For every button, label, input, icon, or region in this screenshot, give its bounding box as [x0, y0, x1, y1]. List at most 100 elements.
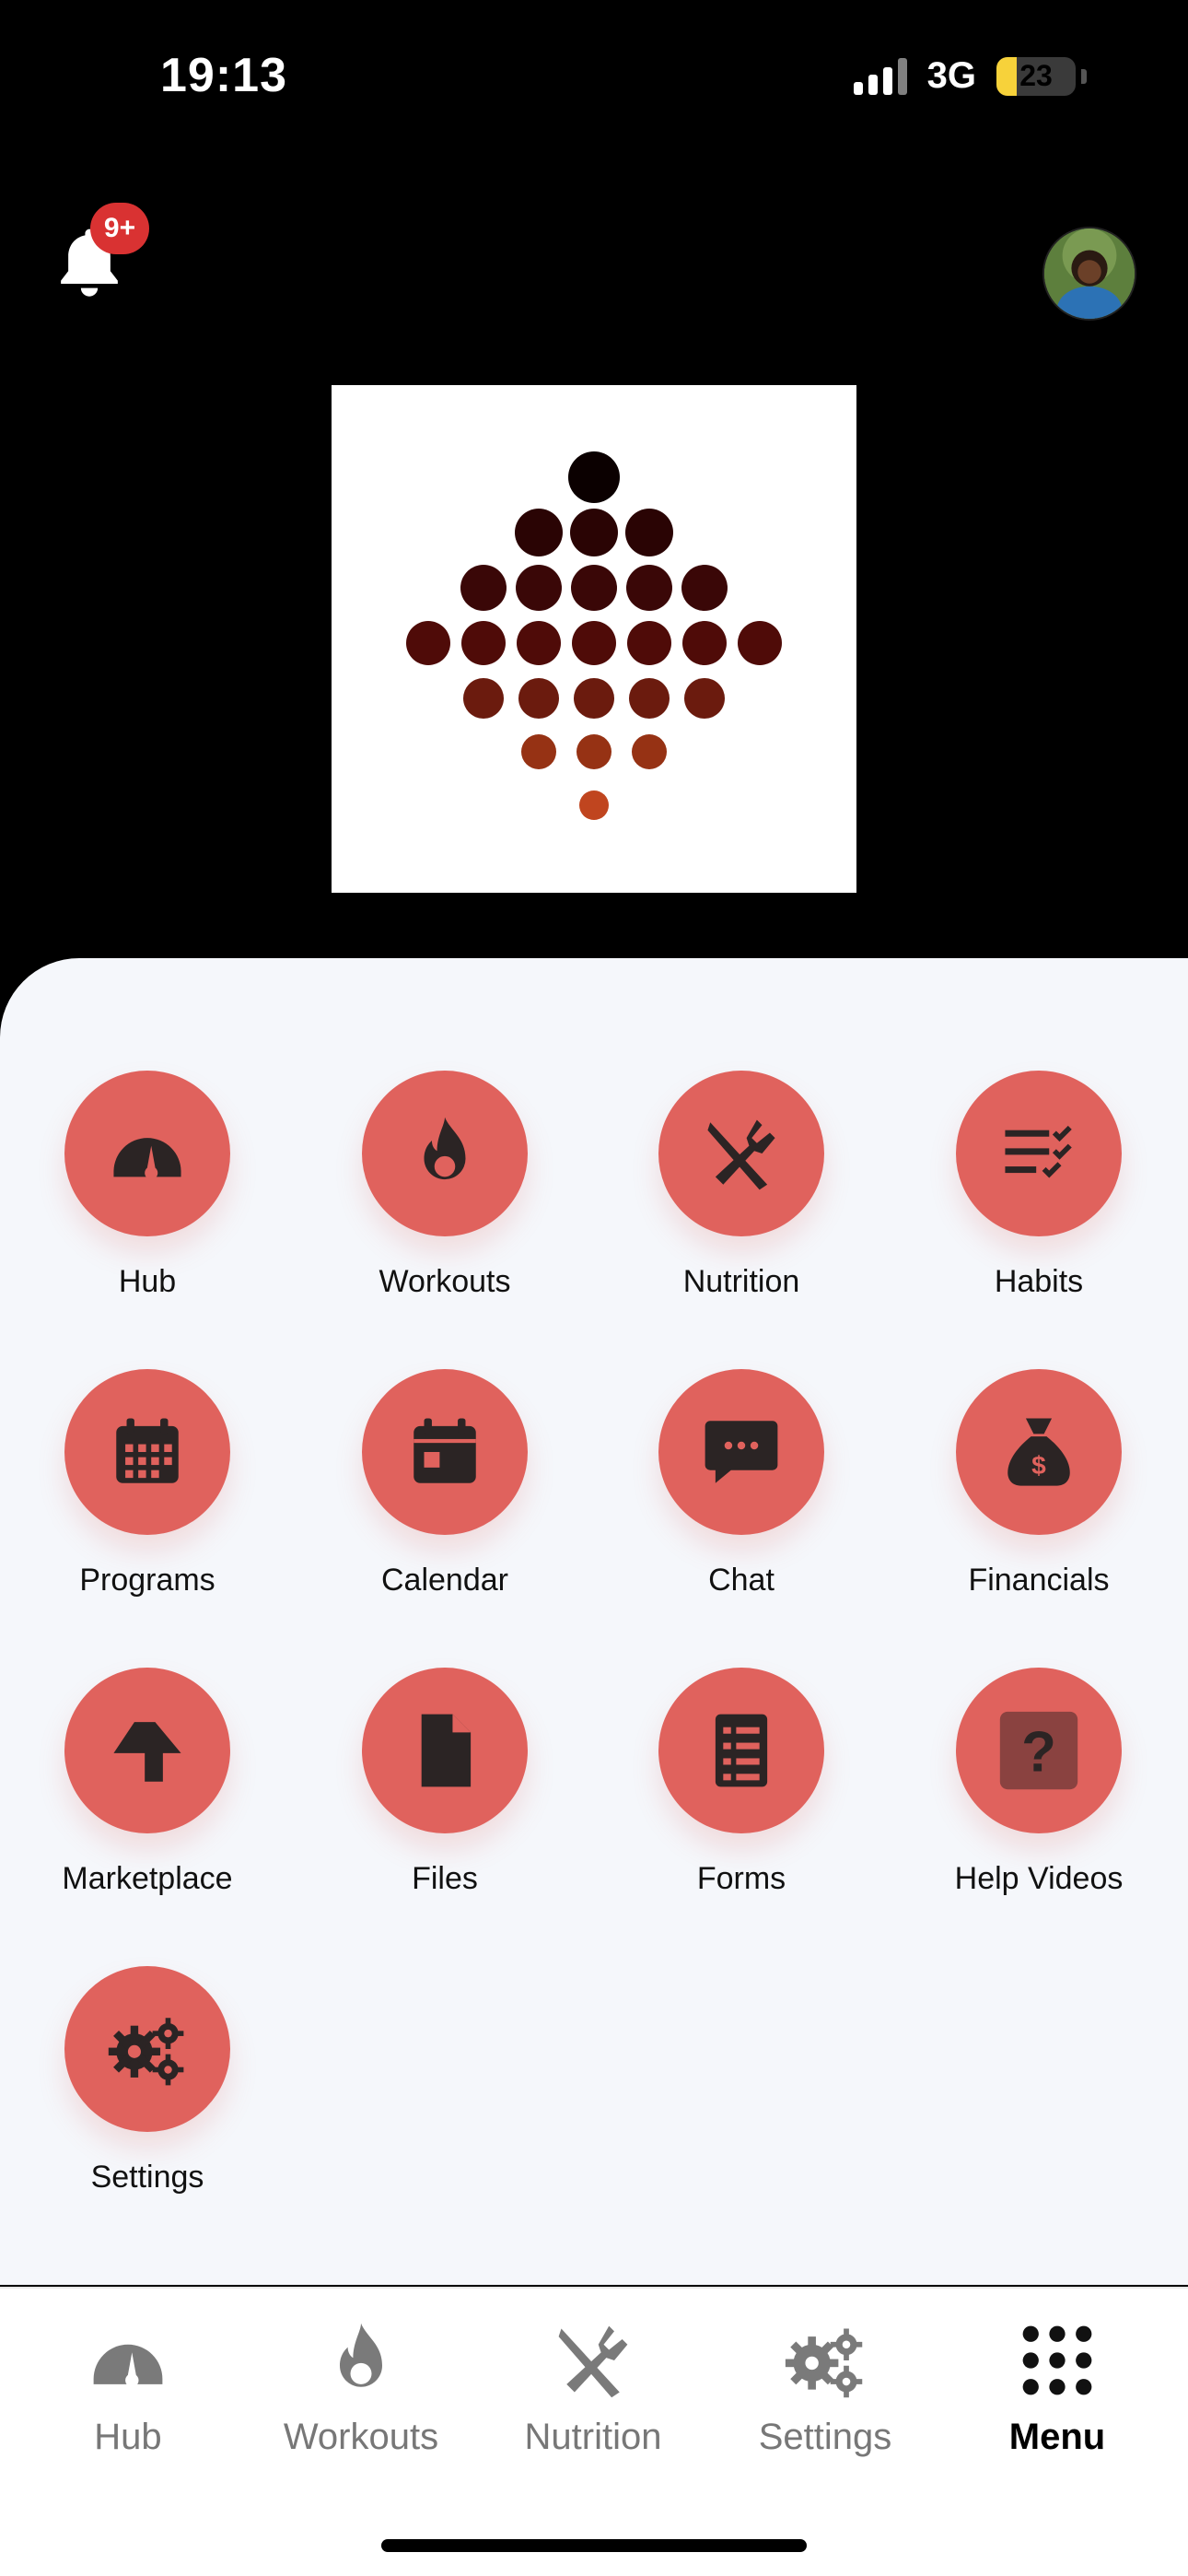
menu-tile-label: Files	[412, 1861, 478, 1896]
speedometer-icon	[93, 2344, 163, 2387]
brand-logo	[332, 385, 856, 893]
menu-tile-habits-circle[interactable]	[956, 1071, 1122, 1236]
logo-dot	[516, 565, 562, 611]
menu-tile-label: Workouts	[379, 1264, 511, 1299]
menu-tile-files-circle[interactable]	[362, 1668, 528, 1833]
flame-icon	[424, 1117, 466, 1180]
grid-dots-icon	[1022, 2325, 1092, 2395]
menu-tile-label: Help Videos	[954, 1861, 1124, 1896]
logo-dot	[571, 565, 617, 611]
menu-tile-help-videos-circle[interactable]: ?	[956, 1668, 1122, 1833]
logo-dot	[463, 678, 504, 719]
flame-icon	[340, 2323, 382, 2387]
menu-tile-marketplace-circle[interactable]	[64, 1668, 230, 1833]
logo-dot	[629, 678, 670, 719]
logo-dot	[568, 451, 620, 503]
logo-dot	[738, 621, 782, 665]
menu-tile-label: Marketplace	[62, 1861, 233, 1896]
tab-label: Menu	[1008, 2417, 1106, 2457]
gears-icon	[108, 2018, 184, 2086]
fork-knife-icon	[558, 2325, 628, 2398]
gears-icon	[785, 2328, 863, 2398]
menu-tile-label: Programs	[79, 1563, 215, 1598]
logo-dot	[574, 678, 614, 719]
tab-menu[interactable]: Menu	[956, 2318, 1159, 2458]
calendar-grid-icon	[116, 1418, 179, 1483]
logo-dot	[579, 790, 609, 820]
menu-tile-forms-circle[interactable]	[658, 1668, 824, 1833]
tab-label: Hub	[94, 2417, 162, 2457]
tab-label: Workouts	[283, 2417, 439, 2457]
logo-dot	[626, 565, 672, 611]
menu-tile-programs-circle[interactable]	[64, 1369, 230, 1535]
menu-tile-workouts-circle[interactable]	[362, 1071, 528, 1236]
menu-tile-settings[interactable]: Settings	[37, 1966, 258, 2195]
tab-workouts[interactable]: Workouts	[260, 2318, 462, 2458]
logo-dot	[577, 734, 611, 769]
menu-tile-label: Nutrition	[682, 1264, 800, 1299]
tab-label: Settings	[758, 2417, 892, 2457]
calendar-icon	[413, 1418, 476, 1483]
status-time: 19:13	[160, 49, 287, 102]
menu-tile-marketplace[interactable]: Marketplace	[37, 1668, 258, 1897]
menu-tile-financials[interactable]: $ Financials	[928, 1369, 1149, 1598]
menu-tile-files[interactable]: Files	[334, 1668, 555, 1897]
logo-dot	[406, 621, 450, 665]
logo-dot	[632, 734, 667, 769]
avatar[interactable]	[1042, 227, 1136, 321]
menu-tile-calendar[interactable]: Calendar	[334, 1369, 555, 1598]
logo-dot	[570, 509, 618, 556]
network-type: 3G	[926, 55, 976, 96]
speedometer-icon	[113, 1138, 181, 1180]
logo-dots-graphic	[406, 451, 782, 820]
bottom-tab-bar: Hub Workouts Nutrition Settings Menu	[0, 2287, 1188, 2576]
tab-hub[interactable]: Hub	[27, 2318, 229, 2458]
tab-nutrition[interactable]: Nutrition	[492, 2318, 694, 2458]
menu-tile-label: Financials	[968, 1563, 1110, 1598]
menu-tile-programs[interactable]: Programs	[37, 1369, 258, 1598]
menu-tile-label: Hub	[118, 1264, 177, 1299]
logo-dot	[682, 621, 727, 665]
fork-knife-icon	[707, 1119, 775, 1190]
menu-tile-forms[interactable]: Forms	[631, 1668, 852, 1897]
logo-dot	[460, 565, 507, 611]
logo-dot	[515, 509, 563, 556]
menu-tile-label: Settings	[90, 2160, 204, 2195]
svg-text:$: $	[1031, 1451, 1046, 1480]
menu-tile-label: Calendar	[381, 1563, 508, 1598]
form-list-icon	[715, 1714, 768, 1787]
logo-dot	[627, 621, 671, 665]
logo-dot	[572, 621, 616, 665]
battery-icon: 23	[996, 56, 1076, 96]
svg-text:?: ?	[1021, 1721, 1056, 1785]
menu-panel: Hub Workouts Nutrition Habits Programs C…	[0, 958, 1188, 2285]
menu-tile-chat-circle[interactable]	[658, 1369, 824, 1535]
chat-bubble-icon	[705, 1421, 778, 1483]
app-screen: 19:13 3G 23 9+ Hub Workouts Nutrition Ha…	[0, 0, 1188, 2576]
menu-tile-hub-circle[interactable]	[64, 1071, 230, 1236]
file-icon	[421, 1714, 472, 1787]
battery-tip	[1081, 68, 1087, 84]
logo-dot	[625, 509, 673, 556]
menu-tile-habits[interactable]: Habits	[928, 1071, 1149, 1300]
money-bag-icon: $	[1007, 1418, 1070, 1486]
menu-tile-help-videos[interactable]: ? Help Videos	[928, 1668, 1149, 1897]
checklist-icon	[1005, 1125, 1072, 1178]
home-indicator	[381, 2539, 807, 2552]
menu-tile-label: Chat	[708, 1563, 775, 1598]
menu-tile-settings-circle[interactable]	[64, 1966, 230, 2132]
menu-tile-hub[interactable]: Hub	[37, 1071, 258, 1300]
logo-dot	[517, 621, 561, 665]
menu-tile-financials-circle[interactable]: $	[956, 1369, 1122, 1535]
logo-dot	[684, 678, 725, 719]
menu-tile-chat[interactable]: Chat	[631, 1369, 852, 1598]
signal-icon	[853, 57, 907, 95]
menu-tile-workouts[interactable]: Workouts	[334, 1071, 555, 1300]
tab-settings[interactable]: Settings	[724, 2318, 926, 2458]
menu-tile-nutrition-circle[interactable]	[658, 1071, 824, 1236]
menu-tile-calendar-circle[interactable]	[362, 1369, 528, 1535]
notification-badge: 9+	[90, 203, 149, 254]
menu-tile-label: Habits	[994, 1264, 1084, 1299]
menu-tile-nutrition[interactable]: Nutrition	[631, 1071, 852, 1300]
logo-dot	[518, 678, 559, 719]
